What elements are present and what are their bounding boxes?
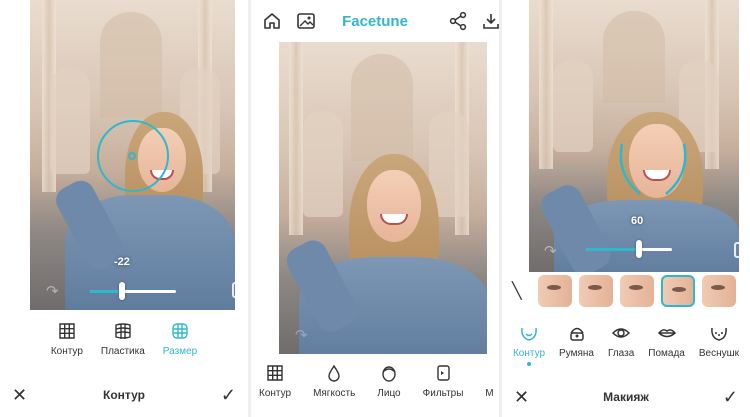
- brush-center-dot[interactable]: [128, 152, 136, 160]
- check-icon[interactable]: ✓: [723, 387, 738, 408]
- style-thumbnail[interactable]: [619, 275, 654, 307]
- tool-litso[interactable]: Лицо: [377, 362, 401, 399]
- tool-label: Веснушк: [698, 348, 740, 359]
- grid-reshape-icon: [114, 320, 132, 342]
- contour-overlay: [619, 143, 687, 195]
- tool-razmer[interactable]: Размер: [163, 320, 197, 357]
- tool-sheet: Контур Мягкость Лицо Фильтры М: [251, 354, 499, 417]
- intensity-slider-fill: [586, 248, 638, 251]
- tool-glaza[interactable]: Глаза: [608, 322, 634, 359]
- active-indicator: [527, 362, 531, 366]
- tool-label: Контур: [512, 348, 546, 359]
- freckles-icon: [709, 322, 729, 344]
- intensity-slider-fill: [90, 290, 122, 293]
- style-thumbnail[interactable]: [578, 275, 613, 307]
- bottom-bar: ✕ Макияж ✓: [502, 380, 750, 414]
- filters-icon: [434, 362, 452, 384]
- share-icon[interactable]: [447, 10, 469, 32]
- tool-filtry[interactable]: Фильтры: [422, 362, 464, 399]
- check-icon[interactable]: ✓: [221, 385, 236, 406]
- app-header: Facetune: [251, 0, 499, 42]
- compare-icon[interactable]: [232, 282, 246, 298]
- tool-label: Мягкость: [313, 388, 356, 399]
- compare-icon[interactable]: [734, 242, 748, 258]
- style-thumbnail[interactable]: [701, 275, 736, 307]
- tool-vesnushki[interactable]: Веснушк: [699, 322, 739, 359]
- grid-warp-icon: [266, 362, 284, 384]
- tool-label: Фильтры: [422, 388, 464, 399]
- download-icon[interactable]: [480, 10, 499, 32]
- tool-pomada[interactable]: Помада: [648, 322, 685, 359]
- tool-label: М: [485, 388, 494, 399]
- tool-label: Пластика: [100, 346, 145, 357]
- style-thumbnails: ╲: [502, 272, 750, 310]
- eye-icon: [611, 322, 631, 344]
- tool-label: Глаза: [607, 348, 635, 359]
- tool-sheet: Контур Пластика Размер ✕ Контур ✓: [0, 312, 248, 417]
- close-icon[interactable]: ✕: [514, 387, 529, 408]
- slider-value: -22: [114, 256, 130, 268]
- redo-icon[interactable]: ↷: [544, 242, 557, 260]
- grid-size-icon: [171, 320, 189, 342]
- slider-value: 60: [631, 215, 644, 227]
- undo-icon[interactable]: ↶: [509, 242, 522, 260]
- grid-warp-icon: [58, 320, 76, 342]
- tool-kontur[interactable]: Контур: [259, 362, 291, 399]
- tool-label: Лицо: [377, 388, 401, 399]
- redo-icon[interactable]: ↷: [295, 326, 308, 344]
- tool-label: Контур: [259, 388, 292, 399]
- panel-main: Facetune ↶ ↷ Контур Мягкость Лицо Фильтр…: [251, 0, 499, 417]
- tool-title: Макияж: [603, 390, 649, 404]
- bottom-bar: ✕ Контур ✓: [0, 378, 248, 412]
- tool-label: Помада: [648, 348, 685, 359]
- panel-makeup: ↶ ↷ 60 ╲ Контур Румяна Глаза Помада Весн…: [502, 0, 750, 417]
- photo-canvas[interactable]: [529, 0, 739, 272]
- tool-rumyana[interactable]: Румяна: [559, 322, 594, 359]
- makeup-tools: Контур Румяна Глаза Помада Веснушк: [502, 322, 750, 366]
- tool-label: Размер: [162, 346, 198, 357]
- blush-icon: [567, 322, 587, 344]
- drop-icon: [325, 362, 343, 384]
- lips-icon: [657, 322, 677, 344]
- panel-reshape: ↶ ↷ -22 Контур Пластика Размер ✕ Контур …: [0, 0, 248, 417]
- face-icon: [380, 362, 398, 384]
- undo-icon[interactable]: ↶: [261, 326, 274, 344]
- redo-icon[interactable]: ↷: [46, 282, 59, 300]
- undo-icon[interactable]: ↶: [11, 282, 24, 300]
- contour-face-icon: [519, 322, 539, 344]
- tool-label: Контур: [50, 346, 83, 357]
- tool-label: Румяна: [559, 348, 594, 359]
- style-thumbnail-selected[interactable]: [660, 275, 695, 307]
- intensity-slider-knob[interactable]: [119, 282, 125, 300]
- tool-kontur[interactable]: Контур: [513, 322, 545, 366]
- none-style-icon[interactable]: ╲: [512, 281, 522, 301]
- tool-myagkost[interactable]: Мягкость: [313, 362, 355, 399]
- photo-canvas[interactable]: [279, 42, 487, 354]
- tool-title: Контур: [103, 388, 145, 402]
- style-thumbnail[interactable]: [537, 275, 572, 307]
- tool-more[interactable]: М: [485, 362, 493, 399]
- tool-plastika[interactable]: Пластика: [101, 320, 145, 357]
- intensity-slider-knob[interactable]: [636, 240, 642, 258]
- tool-kontur[interactable]: Контур: [51, 320, 83, 357]
- close-icon[interactable]: ✕: [12, 385, 27, 406]
